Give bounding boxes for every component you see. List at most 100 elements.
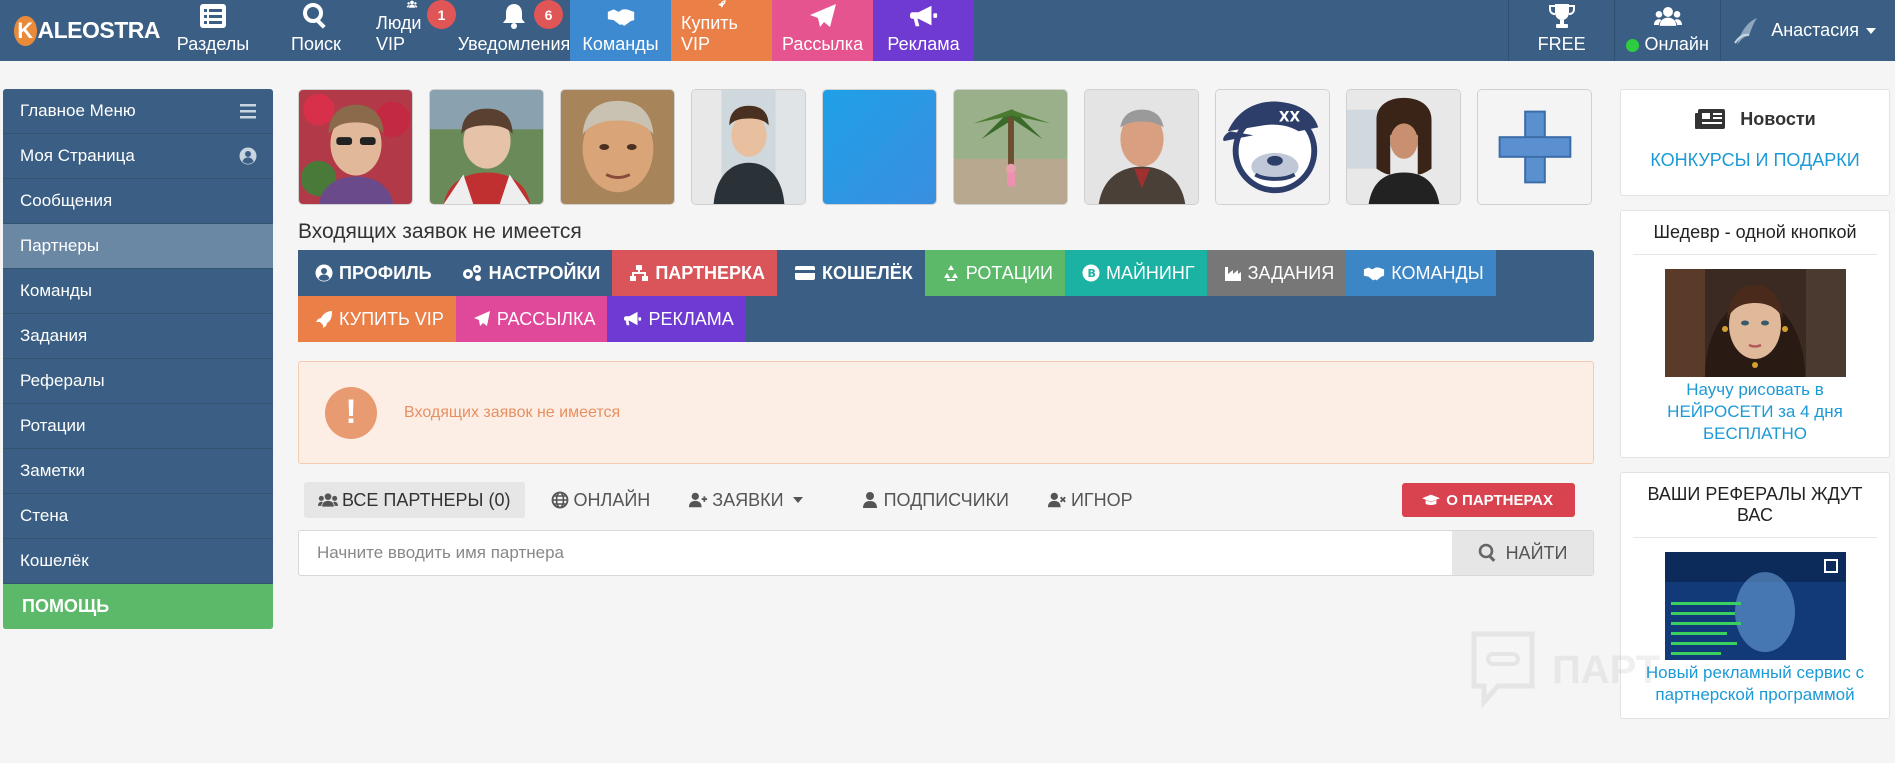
rocket-icon [717, 0, 726, 8]
partner-avatar[interactable] [298, 89, 413, 205]
avatar-photo [954, 90, 1067, 204]
tab-wallet[interactable]: КОШЕЛЁК [777, 250, 925, 296]
nav-notifications[interactable]: 6 Уведомления [458, 0, 570, 61]
users-icon [1653, 6, 1682, 26]
avatar [1734, 17, 1758, 45]
bitcoin-icon: B [1082, 264, 1100, 282]
sidebar-item-my-page[interactable]: Моя Страница [3, 134, 273, 179]
filter-label: ВСЕ ПАРТНЕРЫ (0) [342, 489, 511, 510]
sidebar-item-wall[interactable]: Стена [3, 494, 273, 539]
contests-link[interactable]: КОНКУРСЫ И ПОДАРКИ [1621, 148, 1889, 195]
sidebar-item-rotations[interactable]: Ротации [3, 404, 273, 449]
nav-vip-people[interactable]: 1 Люди VIP [366, 0, 458, 61]
search-button-label: НАЙТИ [1505, 542, 1568, 563]
search-button[interactable]: НАЙТИ [1452, 531, 1593, 575]
sidebar-item-teams[interactable]: Команды [3, 269, 273, 314]
watermark: ПАРТ [1468, 630, 1678, 710]
paper-plane-icon [473, 311, 490, 326]
filter-label: ПОДПИСЧИКИ [883, 489, 1009, 510]
tab-tasks[interactable]: ЗАДАНИЯ [1206, 250, 1347, 296]
nav-label: Реклама [887, 34, 960, 54]
sidebar-item-wallet[interactable]: Кошелёк [3, 539, 273, 584]
sidebar: Главное Меню Моя Страница Сообщения Парт… [3, 89, 273, 629]
search-icon [303, 3, 326, 29]
user-times-icon [1047, 492, 1066, 508]
tab-settings[interactable]: НАСТРОЙКИ [443, 250, 613, 296]
nav-label: Онлайн [1626, 34, 1709, 55]
nav-advertising[interactable]: Реклама [873, 0, 974, 61]
chat-bubble-icon [1471, 631, 1535, 709]
partner-avatar[interactable] [1084, 89, 1199, 205]
hamburger-icon [240, 104, 256, 119]
nav-search[interactable]: Поиск [266, 0, 366, 61]
partner-avatar[interactable] [1346, 89, 1461, 205]
users-icon [318, 493, 338, 507]
partner-search-input[interactable] [299, 531, 1452, 575]
tab-profile[interactable]: ПРОФИЛЬ [298, 250, 444, 296]
tab-advertising[interactable]: РЕКЛАМА [607, 296, 746, 342]
megaphone-icon [624, 311, 642, 326]
nav-mailing[interactable]: Рассылка [772, 0, 873, 61]
user-menu[interactable]: Анастасия [1720, 0, 1895, 61]
tab-mailing[interactable]: РАССЫЛКА [455, 296, 608, 342]
user-circle-icon [239, 147, 257, 165]
sidebar-item-main-menu[interactable]: Главное Меню [3, 89, 273, 134]
about-partners-button[interactable]: О ПАРТНЕРАХ [1402, 483, 1575, 517]
gears-icon [462, 265, 481, 281]
nav-label: Рассылка [781, 34, 864, 54]
site-logo[interactable]: K ALEOSTRA [0, 0, 160, 61]
nav-buy-vip[interactable]: Купить VIP [671, 0, 772, 61]
no-requests-alert: ! Входящих заявок не имеется [298, 361, 1594, 464]
sidebar-item-notes[interactable]: Заметки [3, 449, 273, 494]
filter-label: ЗАЯВКИ [712, 489, 784, 510]
nav-sections[interactable]: Разделы [160, 0, 266, 61]
avatar-photo [1085, 90, 1198, 204]
ad-link-neural-art[interactable]: Научу рисовать в НЕЙРОСЕТИ за 4 дня БЕСП… [1621, 377, 1889, 457]
partner-avatar[interactable] [691, 89, 806, 205]
card-title: Шедевр - одной кнопкой [1633, 211, 1877, 255]
sidebar-item-partners[interactable]: Партнеры [3, 224, 273, 269]
nav-free[interactable]: FREE [1508, 0, 1614, 61]
tab-rotations[interactable]: РОТАЦИИ [924, 250, 1065, 296]
partner-avatar[interactable] [953, 89, 1068, 205]
notifications-badge: 6 [534, 0, 563, 29]
sidebar-item-messages[interactable]: Сообщения [3, 179, 273, 224]
sidebar-item-help[interactable]: ПОМОЩЬ [3, 584, 273, 629]
partner-avatar[interactable] [822, 89, 937, 205]
tab-affiliate[interactable]: ПАРТНЕРКА [612, 250, 778, 296]
tab-teams[interactable]: КОМАНДЫ [1346, 250, 1496, 296]
graduation-cap-icon [1422, 494, 1441, 505]
add-partner-button[interactable] [1477, 89, 1592, 205]
nav-online[interactable]: Онлайн [1614, 0, 1720, 61]
filter-label: ОНЛАЙН [573, 489, 651, 510]
main-nav: Разделы Поиск 1 Люди VIP 6 Уведомления К… [160, 0, 974, 61]
filter-online[interactable]: ОНЛАЙН [536, 482, 665, 518]
main-content: XX Входящих заявок не имеется ПРОФИЛЬ НА… [298, 89, 1594, 576]
partner-avatar[interactable]: XX [1215, 89, 1330, 205]
partner-avatar[interactable] [560, 89, 675, 205]
sidebar-item-label: Партнеры [20, 236, 100, 255]
bell-icon [503, 4, 525, 29]
nav-label: Купить VIP [681, 13, 738, 54]
logo-text: ALEOSTRA [37, 17, 161, 43]
ad-banner-image[interactable] [1664, 551, 1846, 660]
filter-requests-dropdown[interactable]: ЗАЯВКИ [674, 482, 817, 518]
nav-teams[interactable]: Команды [570, 0, 671, 61]
page-title: Входящих заявок не имеется [298, 220, 582, 243]
users-icon [406, 0, 418, 8]
filter-ignore[interactable]: ИГНОР [1033, 482, 1147, 518]
sidebar-item-tasks[interactable]: Задания [3, 314, 273, 359]
sidebar-item-referrals[interactable]: Рефералы [3, 359, 273, 404]
tab-mining[interactable]: B МАЙНИНГ [1064, 250, 1207, 296]
ad-banner-image[interactable] [1664, 268, 1846, 377]
tab-label: НАСТРОЙКИ [488, 262, 601, 283]
partner-avatar[interactable] [429, 89, 544, 205]
sidebar-item-label: Задания [20, 326, 88, 345]
filter-all-partners[interactable]: ВСЕ ПАРТНЕРЫ (0) [304, 482, 525, 518]
filter-subscribers[interactable]: ПОДПИСЧИКИ [846, 482, 1023, 518]
avatar-photo [561, 90, 674, 204]
tab-label: РЕКЛАМА [648, 308, 734, 329]
tab-buy-vip[interactable]: КУПИТЬ VIP [298, 296, 456, 342]
trophy-icon [1548, 4, 1575, 28]
credit-card-icon [795, 266, 816, 280]
